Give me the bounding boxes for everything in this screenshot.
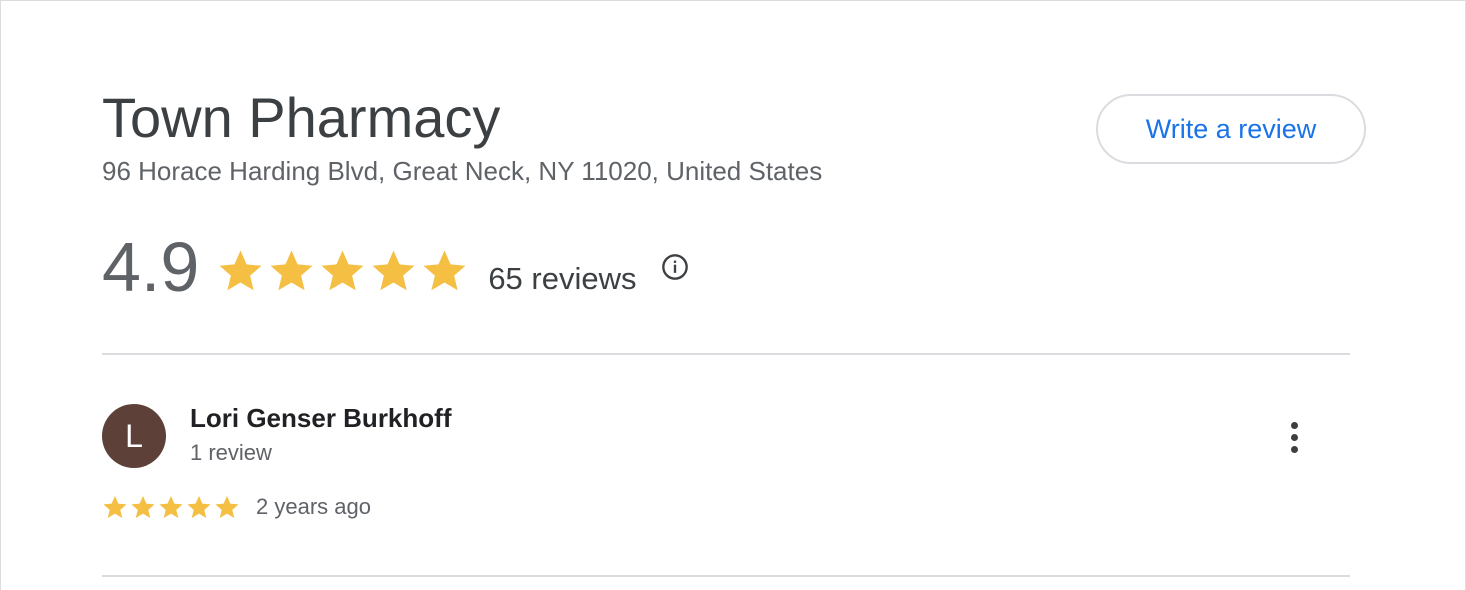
review-time: 2 years ago: [256, 494, 371, 519]
menu-dot: [1290, 421, 1298, 429]
review-count: 65 reviews: [488, 261, 637, 296]
star-icon: [372, 250, 415, 290]
star-icon: [131, 495, 155, 518]
star-icon: [321, 250, 364, 290]
divider: [102, 575, 1350, 577]
review-panel: Town Pharmacy 96 Horace Harding Blvd, Gr…: [0, 0, 1466, 590]
menu-dot: [1290, 433, 1298, 441]
rating-summary: 4.9 65 reviews: [102, 227, 689, 307]
write-review-button[interactable]: Write a review: [1096, 94, 1366, 164]
menu-dot: [1290, 445, 1298, 453]
star-icon: [219, 250, 262, 290]
review-rating-row: 2 years ago: [102, 490, 371, 524]
place-address: 96 Horace Harding Blvd, Great Neck, NY 1…: [102, 156, 823, 186]
star-icon: [270, 250, 313, 290]
star-icon: [103, 495, 127, 518]
star-icon: [423, 250, 466, 290]
review-stars: [102, 494, 240, 520]
place-title: Town Pharmacy: [102, 86, 501, 149]
info-icon[interactable]: [661, 253, 689, 281]
avatar[interactable]: L: [102, 404, 166, 468]
more-vert-icon[interactable]: [1277, 415, 1311, 459]
reviewer-name[interactable]: Lori Genser Burkhoff: [190, 403, 451, 434]
rating-value: 4.9: [102, 228, 200, 306]
rating-stars: [217, 247, 468, 294]
star-icon: [159, 495, 183, 518]
star-icon: [187, 495, 211, 518]
reviewer-review-count: 1 review: [190, 440, 272, 465]
divider: [102, 353, 1350, 355]
star-icon: [215, 495, 239, 518]
